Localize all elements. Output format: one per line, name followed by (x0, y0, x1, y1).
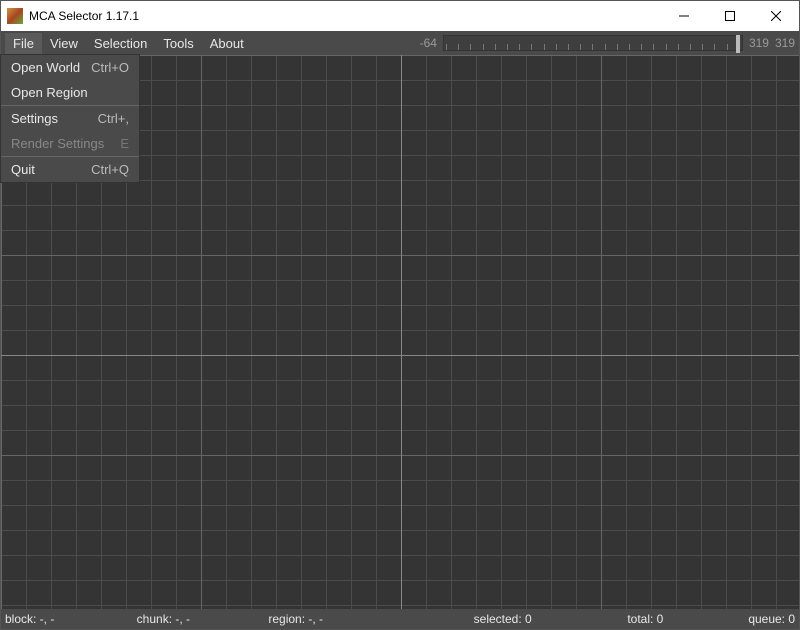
status-queue: queue: 0 (663, 612, 795, 626)
menu-view[interactable]: View (42, 33, 86, 54)
menu-about[interactable]: About (202, 33, 252, 54)
menu-item-label: Quit (11, 162, 35, 177)
height-slider-ticks (444, 36, 742, 50)
title-bar: MCA Selector 1.17.1 (1, 1, 799, 31)
menu-item-label: Render Settings (11, 136, 104, 151)
menu-item-shortcut: E (120, 136, 129, 151)
minimize-button[interactable] (661, 1, 707, 31)
status-chunk: chunk: -, - (137, 612, 269, 626)
menu-quit[interactable]: Quit Ctrl+Q (1, 156, 139, 182)
status-total: total: 0 (532, 612, 664, 626)
menu-item-shortcut: Ctrl+O (91, 60, 129, 75)
height-slider-max-label: 319 (775, 36, 795, 50)
maximize-icon (725, 11, 735, 21)
menu-file[interactable]: File (5, 33, 42, 54)
axis-horizontal (1, 355, 799, 356)
close-icon (771, 11, 781, 21)
menu-open-region[interactable]: Open Region (1, 80, 139, 105)
menu-item-shortcut: Ctrl+, (98, 111, 129, 126)
height-slider-min-label: -64 (420, 36, 437, 50)
menu-settings[interactable]: Settings Ctrl+, (1, 105, 139, 131)
status-block: block: -, - (5, 612, 137, 626)
menu-item-label: Open World (11, 60, 80, 75)
menu-render-settings: Render Settings E (1, 131, 139, 156)
status-selected: selected: 0 (400, 612, 532, 626)
app-icon (7, 8, 23, 24)
status-region: region: -, - (268, 612, 400, 626)
app-window: MCA Selector 1.17.1 File View Selection … (0, 0, 800, 630)
menu-selection[interactable]: Selection (86, 33, 155, 54)
file-menu-dropdown: Open World Ctrl+O Open Region Settings C… (0, 54, 140, 183)
height-slider-value: 319 (749, 36, 769, 50)
menu-tools[interactable]: Tools (155, 33, 201, 54)
height-slider-thumb[interactable] (736, 35, 740, 53)
window-title: MCA Selector 1.17.1 (29, 9, 661, 23)
minimize-icon (679, 11, 689, 21)
menu-open-world[interactable]: Open World Ctrl+O (1, 55, 139, 80)
height-slider[interactable] (443, 35, 743, 51)
menu-item-shortcut: Ctrl+Q (91, 162, 129, 177)
menu-item-label: Open Region (11, 85, 88, 100)
menu-bar: File View Selection Tools About -64 319 … (1, 31, 799, 55)
status-bar: block: -, - chunk: -, - region: -, - sel… (1, 609, 799, 629)
close-button[interactable] (753, 1, 799, 31)
menu-item-label: Settings (11, 111, 58, 126)
maximize-button[interactable] (707, 1, 753, 31)
axis-vertical (401, 55, 402, 609)
